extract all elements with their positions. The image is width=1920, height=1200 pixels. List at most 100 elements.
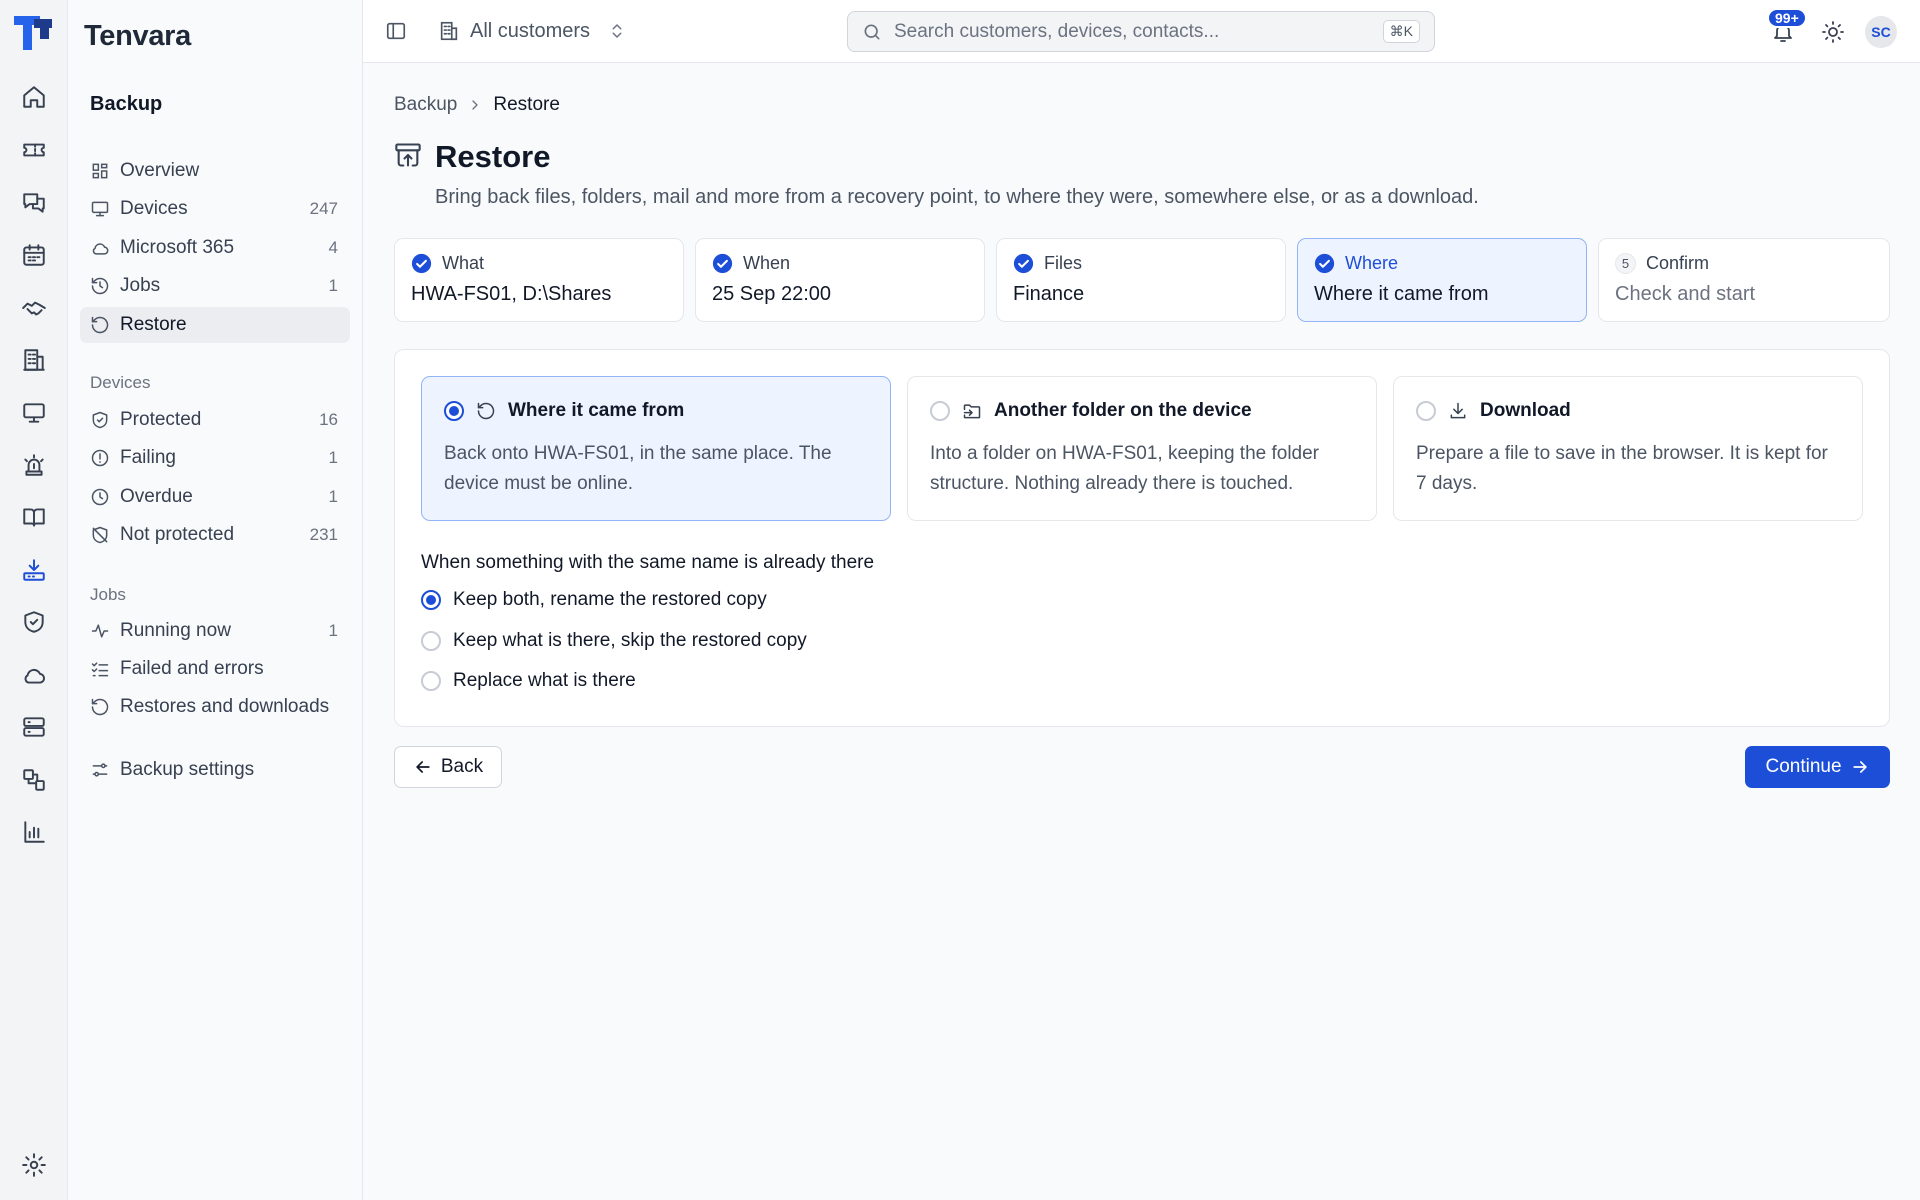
sidebar-item-running-now[interactable]: Running now 1 <box>80 613 350 649</box>
cloud-icon <box>92 243 109 255</box>
chevron-right-icon <box>472 100 479 110</box>
sidebar-item-backup-settings[interactable]: Backup settings <box>80 752 350 788</box>
page-title: Restore <box>435 139 551 174</box>
destination-option-download[interactable]: Download Prepare a file to save in the b… <box>1393 376 1863 521</box>
conflict-question: When something with the same name is alr… <box>421 552 875 573</box>
sun-icon[interactable] <box>1821 20 1845 44</box>
search-shortcut: ⌘K <box>1382 20 1420 43</box>
customer-selector-label: All customers <box>470 19 591 42</box>
shield-icon[interactable] <box>21 609 47 635</box>
sidebar-item-label: Running now <box>120 620 231 641</box>
sidebar-item-overdue[interactable]: Overdue 1 <box>80 479 350 515</box>
icon-rail <box>0 0 68 1200</box>
tenvara-logo[interactable] <box>14 16 52 52</box>
sidebar-item-count: 1 <box>328 448 338 467</box>
search-box[interactable]: ⌘K <box>847 11 1435 52</box>
sidebar-item-label: Devices <box>120 198 188 219</box>
sidebar-item-failed-and-errors[interactable]: Failed and errors <box>80 651 350 687</box>
sidebar-item-label: Not protected <box>120 524 235 545</box>
breadcrumb-parent[interactable]: Backup <box>394 94 457 116</box>
sidebar-item-not-protected[interactable]: Not protected 231 <box>80 517 350 553</box>
backup-download-icon[interactable] <box>21 557 47 583</box>
server-icon[interactable] <box>21 714 47 740</box>
radio-button[interactable] <box>1416 401 1436 421</box>
alarm-icon[interactable] <box>21 452 47 478</box>
step-confirm[interactable]: 5 Confirm Check and start <box>1598 238 1890 322</box>
gear-icon[interactable] <box>21 1152 47 1178</box>
list-check-icon <box>91 662 109 677</box>
integrations-icon[interactable] <box>21 767 47 793</box>
archive-restore-icon <box>394 141 422 169</box>
shield-off-icon <box>92 526 108 544</box>
step-what[interactable]: What HWA-FS01, D:\Shares <box>394 238 684 322</box>
sidebar-item-overview[interactable]: Overview <box>80 153 350 189</box>
sidebar-item-count: 1 <box>328 621 338 640</box>
sidebar-item-label: Failing <box>120 447 176 468</box>
sidebar-item-protected[interactable]: Protected 16 <box>80 402 350 438</box>
restore-icon <box>477 402 495 420</box>
sidebar-item-count: 4 <box>328 238 338 257</box>
check-circle-icon <box>1013 253 1034 273</box>
option-title: Another folder on the device <box>994 400 1252 421</box>
sidebar-item-restore[interactable]: Restore <box>80 307 350 343</box>
sidebar-item-count: 231 <box>309 525 338 544</box>
sidebar-item-microsoft-365[interactable]: Microsoft 365 4 <box>80 230 350 266</box>
sidebar-item-devices[interactable]: Devices 247 <box>80 191 350 227</box>
sidebar-item-jobs[interactable]: Jobs 1 <box>80 268 350 304</box>
building-icon[interactable] <box>21 347 47 373</box>
page-subtitle: Bring back files, folders, mail and more… <box>435 186 1479 208</box>
restore-stepper: What HWA-FS01, D:\Shares When 25 Sep 22:… <box>394 238 1890 322</box>
handshake-icon[interactable] <box>21 295 47 321</box>
panel-toggle-icon[interactable] <box>385 20 407 42</box>
step-label: Where <box>1345 252 1399 273</box>
folder-input-icon <box>963 404 981 419</box>
step-value: 25 Sep 22:00 <box>712 283 831 305</box>
conflict-option-skip[interactable]: Keep what is there, skip the restored co… <box>421 630 807 652</box>
check-circle-icon <box>1314 253 1335 273</box>
sidebar-group-jobs: Jobs <box>90 585 126 604</box>
sidebar-heading: Backup <box>90 93 163 115</box>
radio-button[interactable] <box>421 590 441 610</box>
back-button-label: Back <box>440 756 484 777</box>
history-icon <box>91 277 109 295</box>
step-label: Files <box>1044 252 1083 273</box>
option-description: Back onto HWA-FS01, in the same place. T… <box>444 443 832 494</box>
sidebar-item-label: Failed and errors <box>120 658 264 679</box>
breadcrumb: Backup Restore <box>394 94 560 116</box>
chat-icon[interactable] <box>21 190 47 216</box>
radio-button[interactable] <box>421 671 441 691</box>
customer-selector[interactable]: All customers <box>438 16 626 46</box>
destination-option-original[interactable]: Where it came from Back onto HWA-FS01, i… <box>421 376 891 521</box>
home-icon[interactable] <box>21 84 47 110</box>
search-input[interactable] <box>894 20 1374 43</box>
continue-button[interactable]: Continue <box>1745 746 1890 788</box>
step-where[interactable]: Where Where it came from <box>1297 238 1587 322</box>
destination-option-another-folder[interactable]: Another folder on the device Into a fold… <box>907 376 1377 521</box>
sidebar-item-label: Jobs <box>120 275 161 296</box>
step-when[interactable]: When 25 Sep 22:00 <box>695 238 985 322</box>
brand-name: Tenvara <box>84 20 191 52</box>
conflict-option-keep-both[interactable]: Keep both, rename the restored copy <box>421 589 767 611</box>
step-files[interactable]: Files Finance <box>996 238 1286 322</box>
monitor-icon[interactable] <box>21 400 47 426</box>
chart-icon[interactable] <box>21 819 47 845</box>
conflict-option-replace[interactable]: Replace what is there <box>421 670 636 692</box>
sidebar-item-restores-and-downloads[interactable]: Restores and downloads <box>80 689 350 725</box>
avatar[interactable]: SC <box>1865 16 1897 48</box>
book-icon[interactable] <box>21 504 47 530</box>
radio-button[interactable] <box>421 631 441 651</box>
step-value: Where it came from <box>1314 283 1489 305</box>
activity-icon <box>91 624 109 638</box>
restore-icon <box>91 316 109 334</box>
calendar-icon[interactable] <box>21 242 47 268</box>
building-icon <box>440 21 458 41</box>
sidebar-item-failing[interactable]: Failing 1 <box>80 440 350 476</box>
step-value: Finance <box>1013 283 1085 305</box>
radio-button[interactable] <box>444 401 464 421</box>
radio-button[interactable] <box>930 401 950 421</box>
back-button[interactable]: Back <box>394 746 502 788</box>
option-title: Where it came from <box>508 400 685 421</box>
sidebar-item-count: 1 <box>328 487 338 506</box>
cloud-icon[interactable] <box>21 662 47 688</box>
ticket-icon[interactable] <box>21 137 47 163</box>
